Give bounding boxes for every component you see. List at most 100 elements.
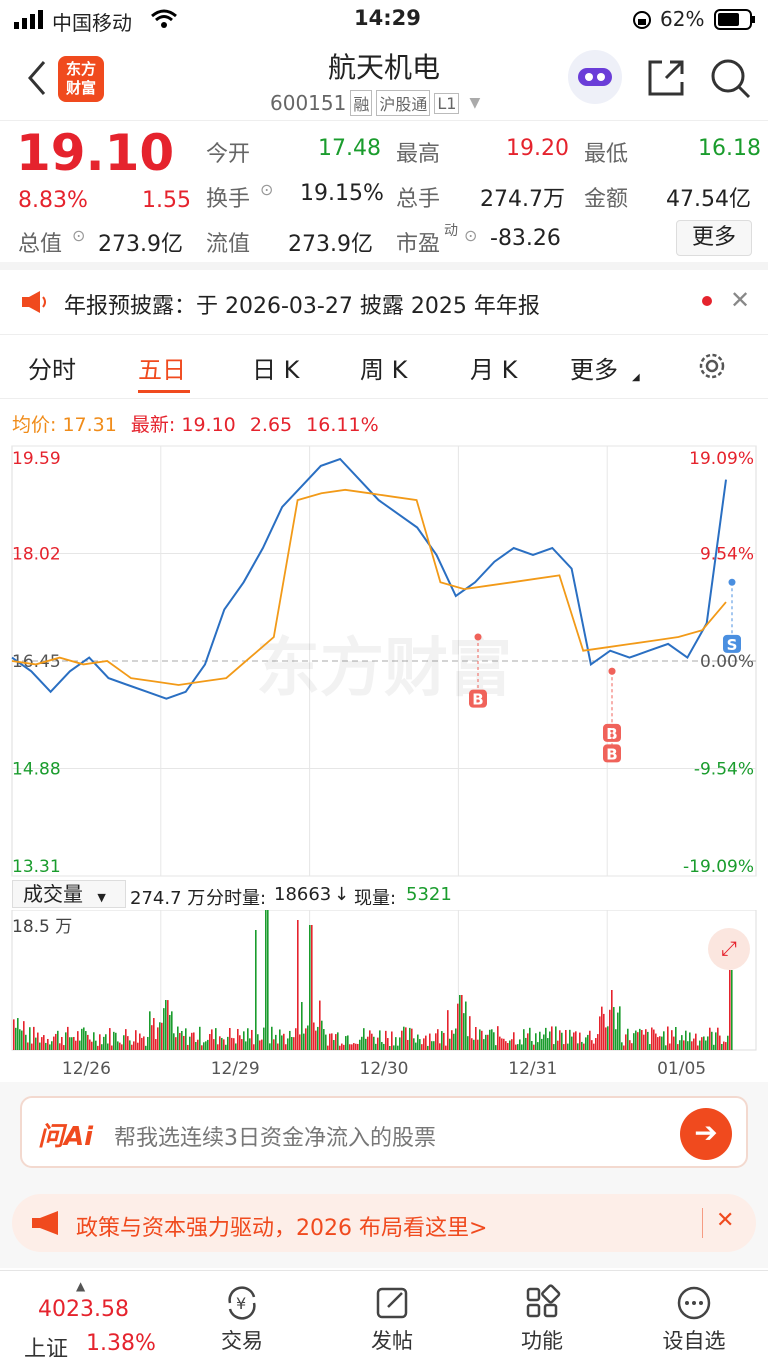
- active-tab-underline: [138, 390, 190, 393]
- volume-bar: [89, 1039, 91, 1050]
- volume-bar: [349, 1044, 351, 1050]
- nav-post[interactable]: 发帖: [362, 1283, 422, 1355]
- volume-bar: [473, 1039, 475, 1050]
- tab-more[interactable]: 更多: [570, 350, 618, 385]
- volume-bar: [597, 1034, 599, 1050]
- volume-bar: [21, 1030, 23, 1050]
- ai-send-arrow-icon[interactable]: ➔: [680, 1108, 732, 1160]
- volume-bar: [423, 1038, 425, 1050]
- volume-bar: [559, 1030, 561, 1050]
- volume-bar: [529, 1027, 531, 1050]
- volume-bar: [721, 1043, 723, 1050]
- volume-bar: [61, 1036, 63, 1050]
- volume-bar: [331, 1033, 333, 1050]
- volume-bar: [83, 1027, 85, 1050]
- volume-bar: [669, 1043, 671, 1050]
- notice-bar[interactable]: 年报预披露：于 2026-03-27 披露 2025 年年报 ✕: [0, 272, 768, 332]
- volume-value: 274.7万: [480, 187, 565, 212]
- date-axis-label: 12/30: [360, 1059, 409, 1079]
- stock-code-row: 600151 融 沪股通 L1 ▼: [270, 90, 480, 116]
- volume-bar: [313, 1022, 315, 1050]
- chart-info-line: 均价: 17.31 最新: 19.10 2.65 16.11%: [12, 410, 379, 437]
- volume-bar: [315, 1030, 317, 1050]
- minute-volume-value: 18663: [274, 884, 332, 905]
- volume-bar: [45, 1042, 47, 1050]
- volume-bar: [47, 1038, 49, 1050]
- volume-bar: [387, 1038, 389, 1050]
- info-icon[interactable]: ⊙: [72, 226, 85, 245]
- volume-bar: [585, 1037, 587, 1050]
- nav-functions[interactable]: 功能: [512, 1283, 572, 1355]
- battery-icon: [714, 9, 756, 36]
- volume-bar: [551, 1026, 553, 1050]
- open-label: 今开: [206, 142, 251, 167]
- volume-bar: [225, 1044, 227, 1050]
- volume-bar: [237, 1028, 239, 1050]
- date-axis-label: 12/26: [62, 1059, 111, 1079]
- volume-bar: [203, 1042, 205, 1050]
- volume-bar: [715, 1032, 717, 1050]
- open-value: 17.48: [318, 136, 381, 161]
- volume-bar: [463, 1013, 465, 1050]
- volume-bar: [403, 1026, 405, 1050]
- volume-bar: [23, 1021, 25, 1050]
- volume-bar: [393, 1045, 395, 1050]
- stock-code: 600151: [270, 91, 347, 115]
- volume-bar: [657, 1037, 659, 1050]
- volume-bar: [481, 1030, 483, 1050]
- volume-bar: [719, 1035, 721, 1050]
- index-pct[interactable]: 1.38%: [86, 1331, 156, 1356]
- volume-bar: [561, 1032, 563, 1050]
- volume-bar: [431, 1041, 433, 1050]
- volume-bar: [381, 1041, 383, 1050]
- nav-add-watchlist[interactable]: 设自选: [654, 1283, 734, 1355]
- volume-bar: [681, 1035, 683, 1050]
- info-icon[interactable]: ⊙: [260, 180, 273, 199]
- robot-avatar-icon[interactable]: [568, 50, 622, 104]
- index-value[interactable]: 4023.58: [38, 1297, 129, 1322]
- volume-bar: [43, 1035, 45, 1050]
- promo-banner[interactable]: 政策与资本强力驱动，2026 布局看这里> ✕: [12, 1194, 756, 1252]
- volume-bar: [215, 1028, 217, 1050]
- low-label: 最低: [584, 142, 629, 167]
- price-chart[interactable]: 19.59 19.09%18.02 9.54%16.45 0.00%14.88 -9.5…: [0, 440, 768, 880]
- tab-intraday[interactable]: 分时: [28, 350, 76, 385]
- volume-bar: [703, 1036, 705, 1050]
- close-banner-icon[interactable]: ✕: [716, 1208, 734, 1233]
- tab-monthly-k[interactable]: 月 K: [470, 350, 517, 385]
- expand-icon[interactable]: ⤢: [708, 928, 750, 970]
- volume-bar: [291, 1037, 293, 1050]
- volume-bar: [383, 1043, 385, 1050]
- tab-five-day[interactable]: 五日: [138, 350, 186, 385]
- current-volume-label: 现量:: [354, 888, 397, 909]
- volume-bar: [19, 1029, 21, 1050]
- search-icon[interactable]: [710, 58, 752, 104]
- volume-bar: [233, 1038, 235, 1050]
- volume-bar: [147, 1036, 149, 1050]
- share-icon[interactable]: [646, 58, 686, 102]
- volume-chart[interactable]: 18.5 万 12/26 12/29 12/30 12/31 01/05: [0, 910, 768, 1085]
- volume-bar: [673, 1036, 675, 1050]
- volume-bar: [655, 1033, 657, 1050]
- svg-text:¥: ¥: [236, 1294, 246, 1313]
- info-icon[interactable]: ⊙: [464, 226, 477, 245]
- settings-gear-icon[interactable]: [696, 350, 728, 388]
- volume-bar: [591, 1040, 593, 1050]
- volume-indicator-select[interactable]: 成交量 ▼: [12, 880, 126, 908]
- close-notice-icon[interactable]: ✕: [730, 286, 750, 314]
- volume-bar: [157, 1027, 159, 1050]
- tab-daily-k[interactable]: 日 K: [252, 350, 299, 385]
- ai-search-box[interactable]: 问Ai 帮我选连续3日资金净流入的股票 ➔: [20, 1096, 748, 1168]
- volume-bar: [199, 1026, 201, 1050]
- more-quote-button[interactable]: 更多: [676, 220, 752, 256]
- volume-bar: [261, 1039, 263, 1050]
- dropdown-icon[interactable]: ▼: [469, 95, 480, 111]
- volume-bar: [689, 1032, 691, 1050]
- tab-weekly-k[interactable]: 周 K: [360, 350, 407, 385]
- pe-value: -83.26: [490, 226, 561, 251]
- index-name[interactable]: 上证: [24, 1331, 68, 1363]
- volume-bar: [455, 1028, 457, 1050]
- nav-trade[interactable]: ¥ 交易: [212, 1283, 272, 1355]
- marker-label: S: [727, 636, 738, 654]
- volume-bar: [731, 970, 733, 1050]
